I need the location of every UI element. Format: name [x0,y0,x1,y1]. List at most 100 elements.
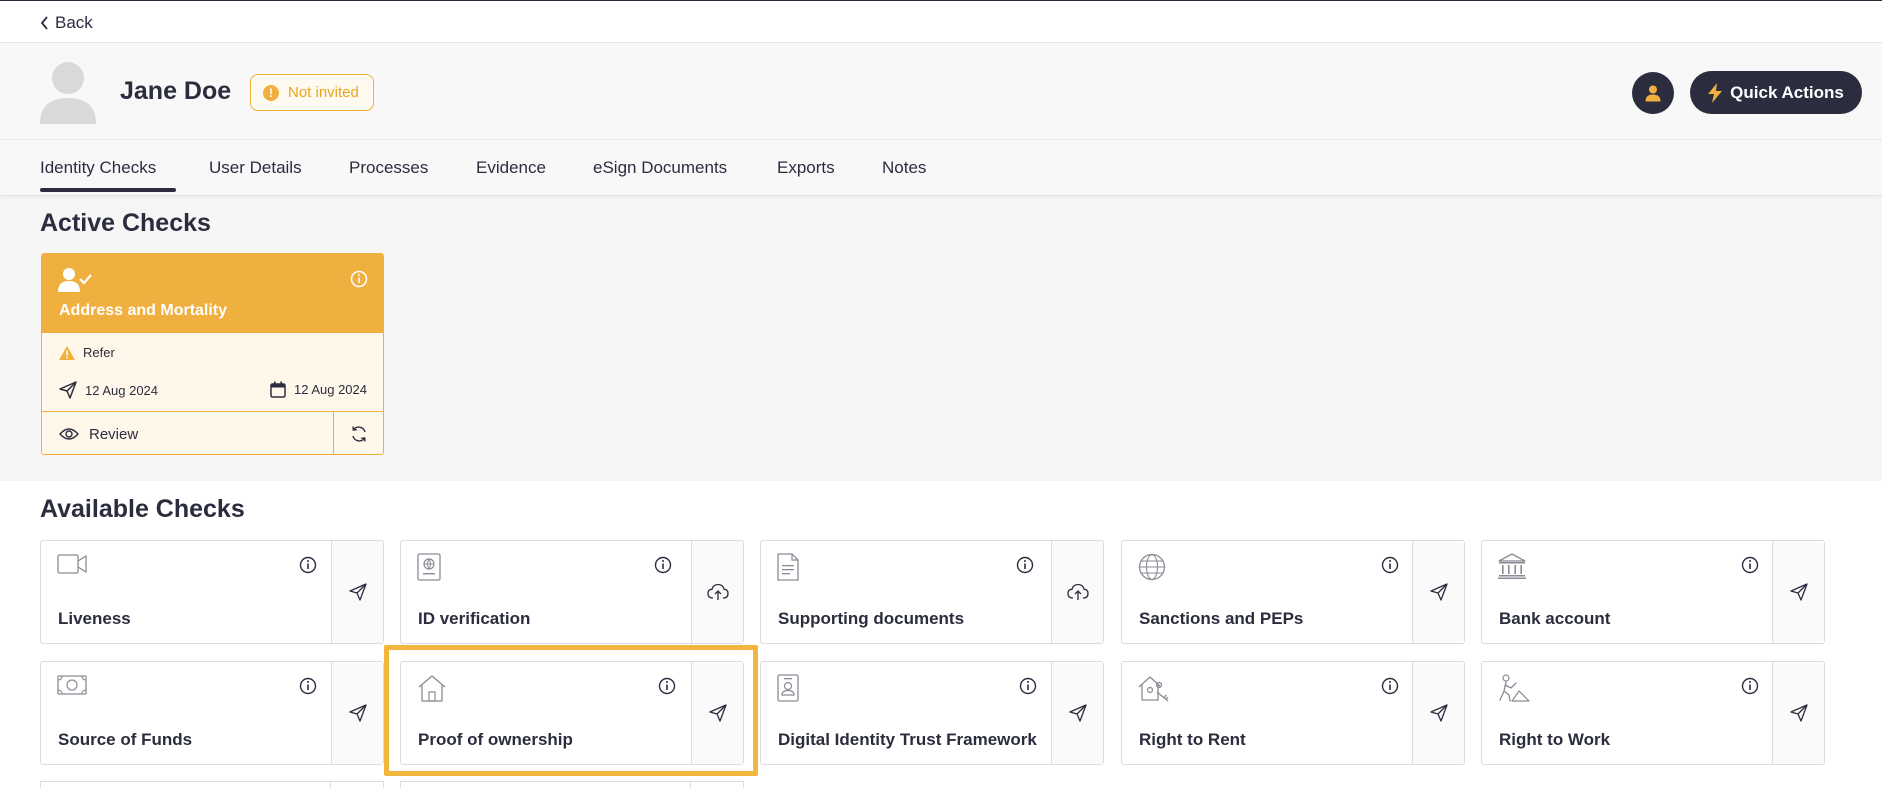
check-card-partial [400,781,744,788]
tab-esign-documents[interactable]: eSign Documents [593,158,727,178]
check-status-label: Refer [83,345,115,360]
refresh-icon [352,426,366,442]
profile-header: Jane Doe ! Not invited Quick Actions [0,44,1882,140]
info-icon[interactable] [1019,677,1037,695]
card-divider [330,782,331,788]
user-icon [1645,85,1661,102]
active-tab-indicator [40,188,176,192]
document-icon [777,553,807,581]
tab-exports[interactable]: Exports [777,158,835,178]
check-card-source-of-funds[interactable]: Source of Funds [40,661,384,765]
check-status: Refer [59,345,115,360]
check-label: Bank account [1499,609,1611,628]
sent-date: 12 Aug 2024 [59,381,158,399]
passport-icon [417,553,447,581]
calendar-icon [270,381,286,398]
user-menu-button[interactable] [1632,72,1674,114]
back-button[interactable]: Back [40,13,93,33]
send-icon [1429,583,1448,601]
send-icon [348,704,367,722]
active-check-card: Address and Mortality Refer 12 Aug 2024 … [41,253,384,455]
lightning-icon [1708,82,1723,103]
info-icon[interactable] [1381,677,1399,695]
tab-bar: Identity Checks User Details Processes E… [0,140,1882,196]
send-icon [59,381,77,399]
quick-actions-button[interactable]: Quick Actions [1690,71,1862,114]
tab-notes[interactable]: Notes [882,158,926,178]
upload-check-button[interactable] [691,541,743,643]
check-card-digital-identity-trust-framework[interactable]: Digital Identity Trust Framework [760,661,1104,765]
upload-icon [706,583,729,600]
sent-date-label: 12 Aug 2024 [85,382,159,398]
info-icon[interactable] [1016,556,1034,574]
send-check-button[interactable] [1772,541,1824,643]
send-check-button[interactable] [1412,541,1464,643]
check-label: ID verification [418,609,531,628]
check-label: Proof of ownership [418,730,573,749]
tab-user-details[interactable]: User Details [209,158,302,178]
active-check-title: Address and Mortality [59,302,228,319]
check-label: Source of Funds [58,730,193,749]
check-card-supporting-documents[interactable]: Supporting documents [760,540,1104,644]
check-card-partial [40,781,384,788]
send-check-button[interactable] [691,662,743,764]
available-checks-title: Available Checks [40,495,245,523]
review-label: Review [89,425,139,443]
video-icon [57,553,87,581]
tab-identity-checks[interactable]: Identity Checks [40,158,156,178]
active-checks-title: Active Checks [40,209,211,237]
send-check-button[interactable] [1051,662,1103,764]
send-icon [1429,704,1448,722]
tab-processes[interactable]: Processes [349,158,428,178]
send-check-button[interactable] [331,662,383,764]
check-card-liveness[interactable]: Liveness [40,540,384,644]
user-check-icon [58,267,92,293]
send-icon [1789,704,1808,722]
refresh-button[interactable] [333,412,383,454]
tab-evidence[interactable]: Evidence [476,158,546,178]
send-check-button[interactable] [1772,662,1824,764]
upload-check-button[interactable] [1051,541,1103,643]
check-card-id-verification[interactable]: ID verification [400,540,744,644]
check-card-bank-account[interactable]: Bank account [1481,540,1825,644]
send-icon [348,583,367,601]
back-label: Back [55,13,93,32]
check-label: Digital Identity Trust Framework [778,730,1037,749]
info-icon[interactable] [1741,556,1759,574]
info-icon[interactable] [350,270,368,288]
check-card-right-to-work[interactable]: Right to Work [1481,661,1825,765]
user-silhouette-icon [40,62,96,124]
send-check-button[interactable] [1412,662,1464,764]
info-icon[interactable] [654,556,672,574]
status-badge-label: Not invited [288,84,359,101]
review-button[interactable]: Review [42,412,333,454]
info-icon[interactable] [299,677,317,695]
worker-icon [1498,674,1530,702]
card-divider [690,782,691,788]
check-card-sanctions-and-peps[interactable]: Sanctions and PEPs [1121,540,1465,644]
id-card-icon [777,674,807,702]
check-label: Right to Rent [1139,730,1246,749]
info-icon[interactable] [658,677,676,695]
chevron-left-icon [40,16,49,30]
info-icon[interactable] [1741,677,1759,695]
send-check-button[interactable] [331,541,383,643]
due-date-label: 12 Aug 2024 [293,382,367,397]
send-icon [1789,583,1808,601]
info-icon[interactable] [1381,556,1399,574]
warning-icon [59,345,75,360]
check-card-right-to-rent[interactable]: Right to Rent [1121,661,1465,765]
check-card-proof-of-ownership[interactable]: Proof of ownership [400,661,744,765]
home-icon [417,674,447,702]
eye-icon [59,428,79,440]
upload-icon [1066,583,1089,600]
info-icon[interactable] [299,556,317,574]
alert-icon: ! [263,84,279,101]
check-label: Right to Work [1499,730,1611,749]
house-key-icon [1138,674,1169,702]
profile-name: Jane Doe [120,77,232,105]
globe-icon [1138,553,1168,581]
send-icon [1068,704,1087,722]
check-label: Sanctions and PEPs [1139,609,1304,628]
quick-actions-label: Quick Actions [1730,82,1844,102]
